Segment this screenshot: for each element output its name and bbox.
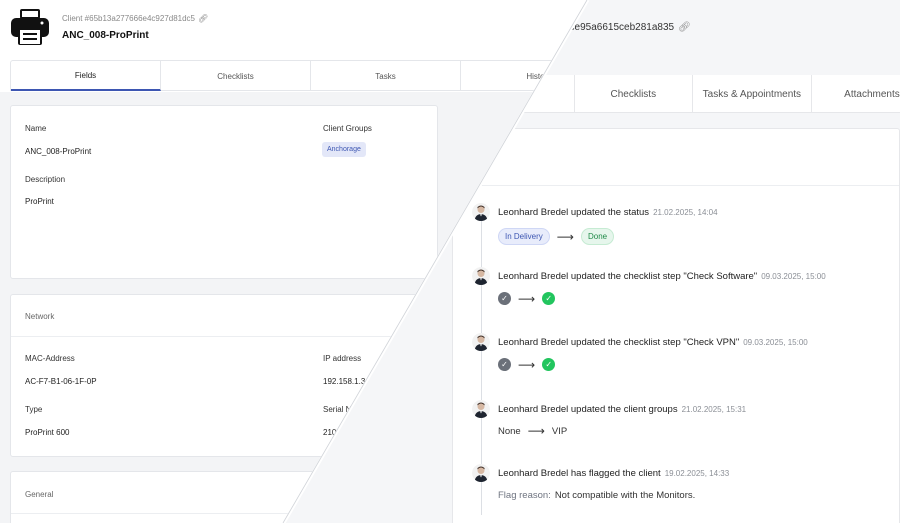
avatar: [472, 400, 490, 418]
arrow-right-icon: ⟶: [518, 357, 536, 372]
client-name: ANC_008-ProPrint: [62, 30, 149, 41]
tab-checklists[interactable]: Checklists: [574, 75, 692, 113]
description-value[interactable]: ProPrint: [25, 197, 54, 206]
divider: [453, 185, 899, 186]
checklist-change: ✓ ⟶ ✓: [498, 357, 556, 372]
arrow-right-icon: ⟶: [518, 291, 536, 306]
status-badge-from: In Delivery: [498, 228, 550, 245]
fields-card: [10, 105, 438, 279]
history-panel: ory: [452, 128, 900, 523]
serial-number-value[interactable]: 210: [323, 428, 336, 437]
check-icon: ✓: [498, 292, 511, 305]
tab-tasks[interactable]: Tasks: [311, 61, 461, 91]
flag-reason-label: Flag reason:: [498, 490, 551, 501]
name-value[interactable]: ANC_008-ProPrint: [25, 147, 91, 156]
arrow-right-icon: ⟶: [556, 229, 574, 244]
check-icon: ✓: [542, 358, 556, 371]
tab-attachments[interactable]: Attachments: [811, 75, 900, 113]
entry-text: Leonhard Bredel updated the checklist st…: [498, 271, 826, 282]
mac-address-label: MAC-Address: [25, 354, 75, 363]
printer-icon: [10, 8, 50, 46]
status-change: In Delivery ⟶ Done: [498, 228, 615, 245]
link-icon[interactable]: 🔗︎: [198, 14, 208, 23]
group-change: None ⟶ VIP: [498, 425, 567, 437]
type-value[interactable]: ProPrint 600: [25, 428, 69, 437]
check-icon: ✓: [542, 292, 556, 305]
name-label: Name: [25, 124, 47, 133]
entry-text: Leonhard Bredel has flagged the client 19…: [498, 468, 730, 479]
general-title: General: [25, 490, 54, 499]
checklist-change: ✓ ⟶ ✓: [498, 291, 556, 306]
description-label: Description: [25, 175, 66, 184]
avatar: [472, 267, 490, 285]
avatar: [472, 203, 490, 221]
ip-address-value[interactable]: 192.158.1.3: [323, 377, 365, 386]
divider: [11, 336, 437, 337]
ip-address-label: IP address: [323, 354, 362, 363]
flag-reason: Flag reason: Not compatible with the Mon…: [498, 490, 695, 501]
status-badge-to: Done: [581, 228, 615, 245]
type-label: Type: [25, 405, 43, 414]
client-id-text: 5ce95a6615ceb281a835: [564, 22, 675, 33]
group-from: None: [498, 425, 521, 437]
entry-text: Leonhard Bredel updated the checklist st…: [498, 337, 808, 348]
entry-text: Leonhard Bredel updated the client group…: [498, 404, 747, 415]
avatar: [472, 464, 490, 482]
client-groups-label: Client Groups: [323, 124, 372, 133]
check-icon: ✓: [498, 358, 511, 371]
tab-fields[interactable]: Fields: [11, 61, 161, 91]
tab-tasks-appointments[interactable]: Tasks & Appointments: [691, 75, 812, 113]
serial-number-label: Serial N: [323, 405, 352, 414]
flag-reason-text: Not compatible with the Monitors.: [554, 490, 696, 501]
client-id-fragment: 5ce95a6615ceb281a835 🔗︎: [564, 22, 691, 33]
link-icon[interactable]: 🔗︎: [678, 22, 691, 33]
network-title: Network: [25, 312, 55, 321]
tab-checklists[interactable]: Checklists: [161, 61, 311, 91]
client-group-badge[interactable]: Anchorage: [322, 142, 366, 157]
group-to: VIP: [551, 425, 568, 437]
entry-text: Leonhard Bredel updated the status 21.02.…: [498, 207, 718, 218]
arrow-right-icon: ⟶: [527, 424, 545, 438]
client-id: Client #65b13a277666e4c927d81dc5 🔗︎: [62, 14, 209, 23]
avatar: [472, 333, 490, 351]
mac-address-value[interactable]: AC-F7-B1-06-1F-0P: [25, 377, 97, 386]
